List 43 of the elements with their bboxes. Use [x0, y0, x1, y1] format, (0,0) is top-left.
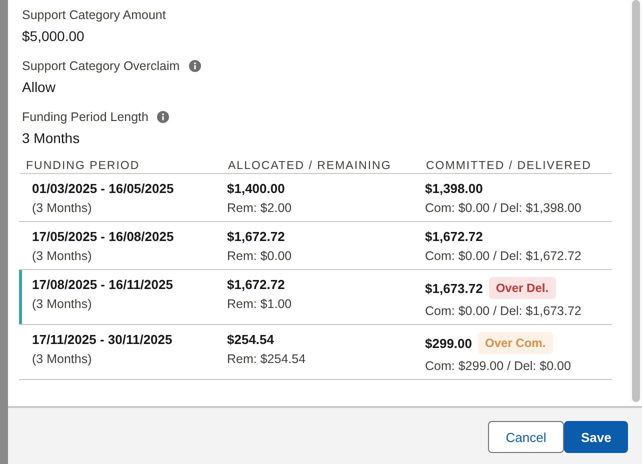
column-header: COMMITTED / DELIVERED [425, 160, 592, 172]
period-length: (3 Months) [32, 297, 93, 311]
cancel-button[interactable]: Cancel [488, 421, 564, 453]
info-icon[interactable] [157, 111, 170, 123]
period-length: (3 Months) [32, 201, 93, 215]
status-badge: Over Com. [478, 332, 553, 354]
field-value: Allow [22, 79, 56, 95]
period-dates: 01/03/2025 - 16/05/2025 [32, 181, 175, 196]
allocated-amount: $254.54 [227, 332, 275, 347]
field-label: Support Category Amount [22, 8, 166, 22]
period-dates: 17/08/2025 - 16/11/2025 [32, 277, 174, 292]
period-dates: 17/11/2025 - 30/11/2025 [32, 332, 174, 347]
field-value: $5,000.00 [22, 28, 86, 44]
column-header: FUNDING PERIOD [25, 160, 141, 172]
committed-delivered: Com: $299.00 / Del: $0.00 [425, 359, 572, 373]
save-button[interactable]: Save [564, 421, 628, 453]
table-row[interactable]: 17/05/2025 - 16/08/2025 (3 Months) $1,672.72 Rem: $0.00 $1,672.72 Com: $0.00 / Del: $1,672.72 [19, 222, 612, 270]
column-header: ALLOCATED / REMAINING [227, 160, 392, 172]
committed-amount: $1,672.72 [425, 229, 483, 244]
table-row[interactable]: 01/03/2025 - 16/05/2025 (3 Months) $1,400.00 Rem: $2.00 $1,398.00 Com: $0.00 / Del: $1,398.00 [19, 174, 612, 222]
field-value: 3 Months [22, 130, 81, 146]
remaining-amount: Rem: $1.00 [227, 297, 293, 311]
field-label: Funding Period Length [22, 110, 148, 124]
table-row[interactable]: 17/08/2025 - 16/11/2025 (3 Months) $1,672.72 Rem: $1.00 $1,673.72 Over Del. Com: $0.00 / Del: $1,673.72 [19, 270, 612, 325]
period-length: (3 Months) [32, 352, 93, 366]
remaining-amount: Rem: $0.00 [227, 249, 293, 263]
period-length: (3 Months) [32, 249, 93, 263]
period-dates: 17/05/2025 - 16/08/2025 [32, 229, 175, 244]
field-label: Support Category Overclaim [22, 59, 180, 73]
status-badge: Over Del. [488, 277, 556, 299]
committed-amount: $299.00 [425, 336, 472, 350]
committed-delivered: Com: $0.00 / Del: $1,672.72 [425, 249, 582, 263]
allocated-amount: $1,672.72 [227, 277, 286, 292]
table-row[interactable]: 17/11/2025 - 30/11/2025 (3 Months) $254.54 Rem: $254.54 $299.00 Over Com. Com: $299.00 / Del: $0.00 [19, 325, 612, 380]
committed-delivered: Com: $0.00 / Del: $1,398.00 [425, 201, 582, 215]
committed-amount: $1,673.72 [425, 280, 483, 296]
remaining-amount: Rem: $2.00 [227, 201, 293, 215]
info-icon[interactable] [188, 60, 201, 72]
allocated-amount: $1,400.00 [227, 181, 286, 196]
committed-amount: $1,398.00 [425, 181, 483, 196]
remaining-amount: Rem: $254.54 [227, 352, 307, 366]
allocated-amount: $1,672.72 [227, 229, 286, 244]
committed-delivered: Com: $0.00 / Del: $1,673.72 [425, 304, 582, 318]
